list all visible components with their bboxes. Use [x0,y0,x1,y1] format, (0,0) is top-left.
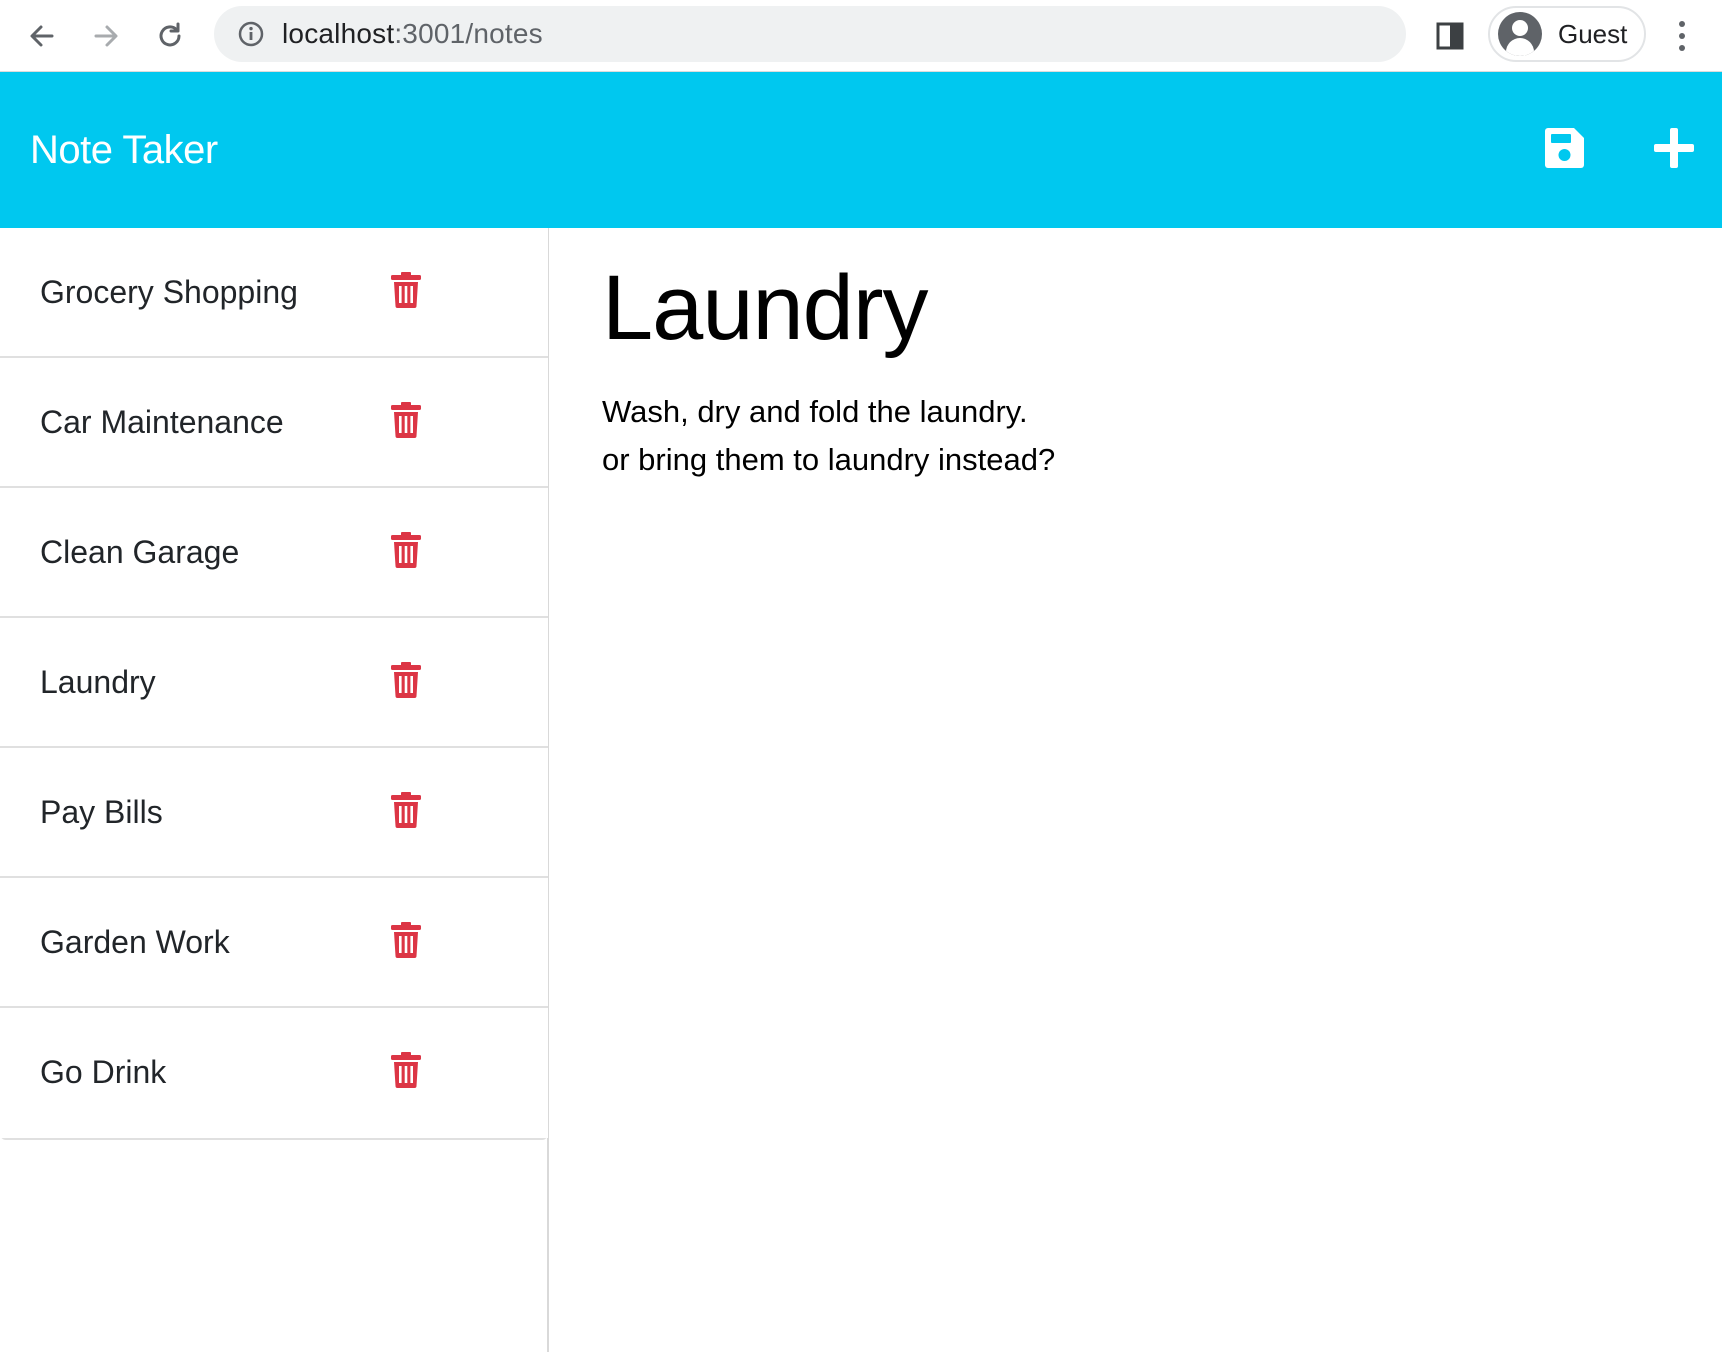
app-title[interactable]: Note Taker [30,128,218,172]
trash-icon [391,402,421,438]
note-list-item[interactable]: Garden Work [0,878,548,1008]
delete-note-button[interactable] [388,530,424,570]
url-host: localhost [282,18,395,49]
back-button[interactable] [20,14,64,58]
note-list-item[interactable]: Pay Bills [0,748,548,878]
side-panel-icon [1436,22,1464,50]
note-list-item[interactable]: Clean Garage [0,488,548,618]
note-list-item-title: Grocery Shopping [40,274,298,310]
arrow-left-icon [30,25,54,47]
address-bar[interactable]: localhost:3001/notes [214,6,1406,62]
trash-icon [391,922,421,958]
delete-note-button[interactable] [388,400,424,440]
note-view: Laundry Wash, dry and fold the laundry. … [550,228,1722,1352]
delete-note-button[interactable] [388,790,424,830]
trash-icon [391,272,421,308]
avatar-icon [1498,12,1542,56]
note-list-item-title: Laundry [40,664,156,700]
note-list: Grocery Shopping Car Maintenance Clean G… [0,228,548,1140]
floppy-disk-icon [1545,128,1584,168]
reload-button[interactable] [148,14,192,58]
url-text: localhost:3001/notes [282,18,543,50]
note-list-item[interactable]: Grocery Shopping [0,228,548,358]
trash-icon [391,1052,421,1088]
delete-note-button[interactable] [388,270,424,310]
arrow-right-icon [94,25,118,47]
profile-label: Guest [1558,18,1628,49]
save-note-button[interactable] [1538,122,1590,174]
profile-button[interactable]: Guest [1488,6,1646,62]
delete-note-button[interactable] [388,920,424,960]
note-list-item[interactable]: Car Maintenance [0,358,548,488]
kebab-menu-icon [1679,21,1685,27]
browser-toolbar: localhost:3001/notes Guest [0,0,1722,72]
info-icon[interactable] [236,19,266,49]
app-header: Note Taker [0,72,1722,228]
trash-icon [391,532,421,568]
note-list-item-title: Car Maintenance [40,404,284,440]
side-panel-button[interactable] [1430,16,1470,56]
note-list-item-title: Go Drink [40,1054,167,1090]
note-sidebar: Grocery Shopping Car Maintenance Clean G… [0,228,549,1352]
note-textarea[interactable]: Wash, dry and fold the laundry. or bring… [602,388,1682,484]
trash-icon [391,662,421,698]
note-title-input[interactable]: Laundry [602,256,928,362]
note-list-item-title: Garden Work [40,924,230,960]
new-note-button[interactable] [1648,122,1700,174]
note-list-item[interactable]: Laundry [0,618,548,748]
plus-icon [1654,128,1694,168]
note-list-item[interactable]: Go Drink [0,1008,548,1138]
note-list-item-title: Clean Garage [40,534,240,570]
browser-menu-button[interactable] [1664,14,1700,58]
note-list-item-title: Pay Bills [40,794,163,830]
forward-button[interactable] [84,14,128,58]
url-path: :3001/notes [394,18,543,49]
trash-icon [391,792,421,828]
delete-note-button[interactable] [388,1050,424,1090]
reload-icon [159,22,181,47]
delete-note-button[interactable] [388,660,424,700]
